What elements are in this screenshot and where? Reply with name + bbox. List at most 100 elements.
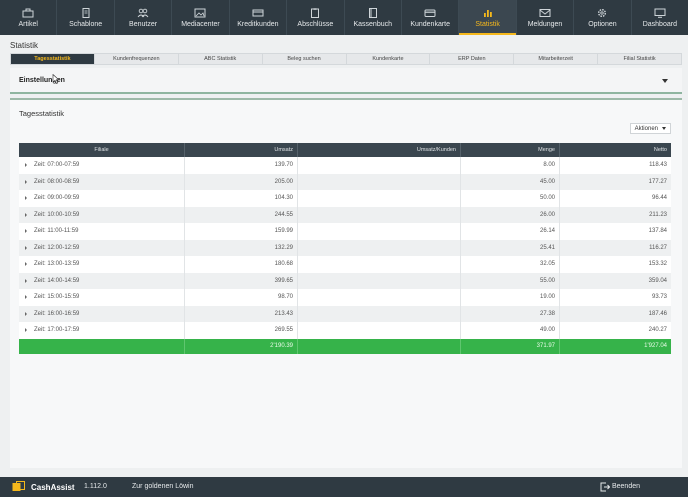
nav-item-dashboard[interactable]: Dashboard bbox=[632, 0, 688, 35]
tab-erp-daten[interactable]: ERP Daten bbox=[430, 54, 515, 64]
table-row[interactable]: Zeit: 17:00-17:59 269.55 49.00 240.27 bbox=[19, 322, 671, 339]
cell-filiale: Zeit: 07:00-07:59 bbox=[19, 157, 185, 174]
cell-menge: 55.00 bbox=[461, 272, 560, 289]
tab-abc-statistik[interactable]: ABC Statistik bbox=[179, 54, 263, 64]
card-title: Tagesstatistik bbox=[19, 109, 65, 118]
cell-netto: 240.27 bbox=[648, 327, 667, 334]
tab-tagesstatistik[interactable]: Tagesstatistik bbox=[11, 54, 95, 64]
expand-arrow-icon[interactable] bbox=[25, 278, 27, 283]
tab-kundenfrequenzen[interactable]: Kundenfrequenzen bbox=[95, 54, 179, 64]
table-row[interactable]: Zeit: 13:00-13:59 180.68 32.05 153.32 bbox=[19, 256, 671, 273]
cell-umsatz: 399.65 bbox=[185, 272, 298, 289]
expand-arrow-icon[interactable] bbox=[25, 245, 27, 250]
nav-item-kassenbuch[interactable]: Kassenbuch bbox=[345, 0, 402, 35]
cell-umsatz-kunden bbox=[298, 157, 461, 174]
nav-item-benutzer[interactable]: Benutzer bbox=[115, 0, 173, 35]
expand-arrow-icon[interactable] bbox=[25, 295, 27, 300]
cell-umsatz-kunden bbox=[298, 190, 461, 207]
time-slot-label: Zeit: 17:00-17:59 bbox=[34, 327, 80, 334]
expand-arrow-icon[interactable] bbox=[25, 196, 27, 201]
cell-menge: 26.14 bbox=[461, 223, 560, 240]
table-row[interactable]: Zeit: 08:00-08:59 205.00 45.00 177.27 bbox=[19, 173, 671, 190]
tab-beleg-suchen[interactable]: Beleg suchen bbox=[263, 54, 347, 64]
exit-button[interactable]: Beenden bbox=[612, 483, 640, 490]
nav-item-kreditkunden[interactable]: Kreditkunden bbox=[230, 0, 288, 35]
nav-label-kreditkunden: Kreditkunden bbox=[237, 20, 279, 28]
cell-menge: 8.00 bbox=[461, 157, 560, 174]
nav-item-statistik[interactable]: Statistik bbox=[459, 0, 517, 35]
nav-label-meldungen: Meldungen bbox=[527, 20, 563, 28]
statistics-table: Filiale Umsatz Umsatz/Kunden Menge Netto… bbox=[19, 143, 671, 354]
expand-arrow-icon[interactable] bbox=[25, 179, 27, 184]
exit-icon[interactable] bbox=[600, 482, 610, 492]
expand-arrow-icon[interactable] bbox=[25, 163, 27, 168]
cell-netto: 211.23 bbox=[649, 211, 667, 218]
cell-umsatz-kunden bbox=[298, 305, 461, 322]
cell-umsatz-kunden bbox=[298, 223, 461, 240]
expand-arrow-icon[interactable] bbox=[25, 212, 27, 217]
nav-item-schablone[interactable]: Schablone bbox=[57, 0, 115, 35]
header-filiale[interactable]: Filiale bbox=[19, 143, 185, 157]
settings-panel[interactable]: Einstellungen bbox=[10, 68, 682, 94]
header-umsatz[interactable]: Umsatz bbox=[185, 143, 298, 157]
nav-label-kundenkarte: Kundenkarte bbox=[410, 20, 451, 28]
table-row[interactable]: Zeit: 10:00-10:59 244.55 26.00 211.23 bbox=[19, 206, 671, 223]
header-netto[interactable]: Netto bbox=[560, 143, 671, 157]
page-title: Statistik bbox=[10, 41, 39, 50]
cell-netto: 137.84 bbox=[648, 228, 667, 235]
cell-umsatz: 180.68 bbox=[185, 256, 298, 273]
clipboard-icon bbox=[309, 7, 321, 18]
cell-filiale: Zeit: 17:00-17:59 bbox=[19, 322, 185, 339]
cell-umsatz: 98.70 bbox=[185, 289, 298, 306]
chevron-down-icon[interactable] bbox=[662, 79, 668, 83]
cell-umsatz-kunden bbox=[298, 206, 461, 223]
nav-item-artikel[interactable]: Artikel bbox=[0, 0, 58, 35]
cell-menge: 45.00 bbox=[461, 173, 560, 190]
table-row[interactable]: Zeit: 16:00-16:59 213.43 27.38 187.46 bbox=[19, 305, 671, 322]
expand-arrow-icon[interactable] bbox=[25, 262, 27, 267]
cell-umsatz-kunden bbox=[298, 239, 461, 256]
card-icon bbox=[424, 8, 436, 18]
cell-filiale: Zeit: 10:00-10:59 bbox=[19, 206, 185, 223]
table-row[interactable]: Zeit: 07:00-07:59 139.70 8.00 118.43 bbox=[19, 157, 671, 174]
table-row[interactable]: Zeit: 09:00-09:59 104.30 50.00 96.44 bbox=[19, 190, 671, 207]
table-row[interactable]: Zeit: 12:00-12:59 132.29 25.41 116.27 bbox=[19, 239, 671, 256]
tab-filial-statistik[interactable]: Filial Statistik bbox=[598, 54, 681, 64]
table-row[interactable]: Zeit: 11:00-11:59 159.99 26.14 137.84 bbox=[19, 223, 671, 240]
nav-label-abschluesse: Abschlüsse bbox=[297, 20, 334, 28]
total-umsatz-kunden bbox=[298, 338, 461, 354]
tab-kundenkarte[interactable]: Kundenkarte bbox=[347, 54, 431, 64]
table-row[interactable]: Zeit: 15:00-15:59 98.70 19.00 93.73 bbox=[19, 289, 671, 306]
total-menge: 371.97 bbox=[461, 338, 560, 354]
image-icon bbox=[194, 8, 206, 18]
time-slot-label: Zeit: 08:00-08:59 bbox=[34, 178, 80, 185]
header-menge[interactable]: Menge bbox=[461, 143, 560, 157]
document-icon bbox=[80, 7, 92, 18]
expand-arrow-icon[interactable] bbox=[25, 229, 27, 234]
nav-item-optionen[interactable]: Optionen bbox=[574, 0, 632, 35]
cell-umsatz-kunden bbox=[298, 272, 461, 289]
nav-item-kundenkarte[interactable]: Kundenkarte bbox=[402, 0, 460, 35]
total-umsatz: 2'190.39 bbox=[185, 338, 298, 354]
total-filiale bbox=[19, 338, 185, 354]
cell-menge: 32.05 bbox=[461, 256, 560, 273]
gear-icon bbox=[596, 8, 608, 18]
nav-item-mediacenter[interactable]: Mediacenter bbox=[172, 0, 230, 35]
expand-arrow-icon[interactable] bbox=[25, 328, 27, 333]
nav-item-meldungen[interactable]: Meldungen bbox=[517, 0, 575, 35]
users-icon bbox=[137, 8, 149, 18]
daily-statistics-card: Tagesstatistik Aktionen Filiale Umsatz U… bbox=[10, 98, 682, 468]
expand-arrow-icon[interactable] bbox=[25, 311, 27, 316]
nav-label-dashboard: Dashboard bbox=[642, 20, 677, 28]
actions-dropdown[interactable]: Aktionen bbox=[629, 123, 671, 134]
cell-menge: 50.00 bbox=[461, 190, 560, 207]
header-umsatz-kunden[interactable]: Umsatz/Kunden bbox=[298, 143, 461, 157]
tab-mitarbeiterzeit[interactable]: Mitarbeiterzeit bbox=[514, 54, 599, 64]
chevron-down-icon bbox=[662, 127, 666, 130]
cell-umsatz: 132.29 bbox=[185, 239, 298, 256]
nav-item-abschluesse[interactable]: Abschlüsse bbox=[287, 0, 345, 35]
cell-filiale: Zeit: 08:00-08:59 bbox=[19, 173, 185, 190]
cell-filiale: Zeit: 11:00-11:59 bbox=[19, 223, 185, 240]
cell-netto: 153.32 bbox=[648, 261, 667, 268]
table-row[interactable]: Zeit: 14:00-14:59 399.65 55.00 359.04 bbox=[19, 272, 671, 289]
